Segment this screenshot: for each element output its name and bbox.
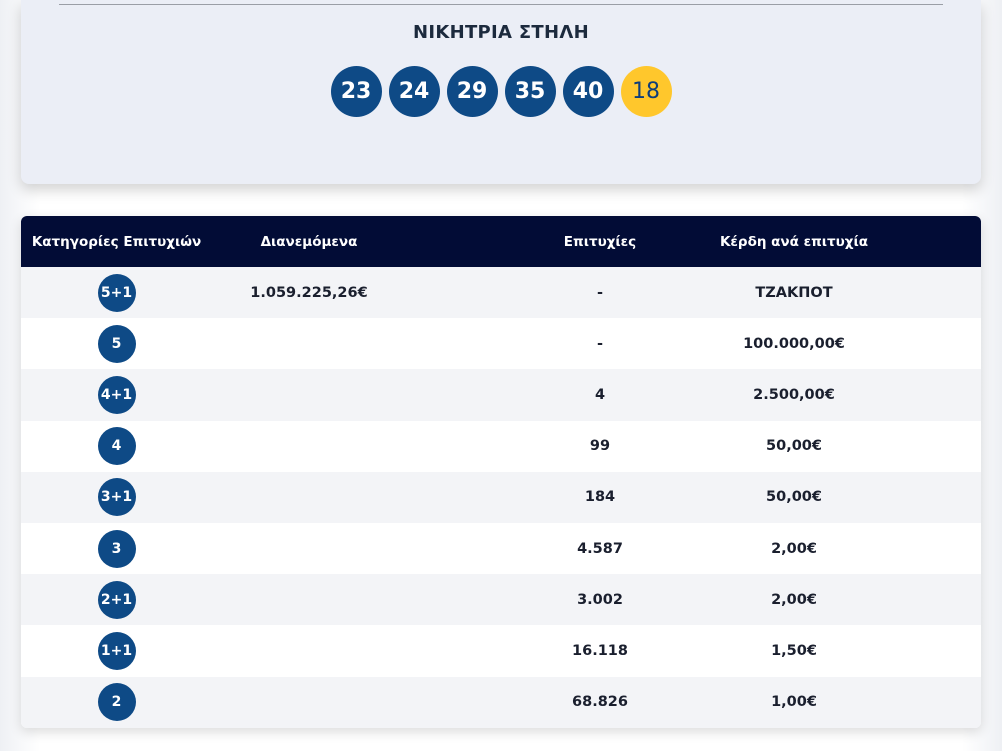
cell-prize: 1,50€ (771, 642, 817, 659)
cell-winners: 16.118 (572, 642, 628, 659)
category-badge: 5+1 (97, 273, 136, 312)
winning-balls: 23 24 29 35 40 18 (21, 66, 981, 117)
cell-category: 3+1 (21, 478, 212, 517)
category-badge: 3+1 (97, 478, 136, 517)
category-badge: 5 (97, 324, 136, 363)
cell-winners: 184 (584, 489, 616, 506)
cell-prize: 100.000,00€ (743, 335, 845, 352)
table-row: 2 68.826 1,00€ (21, 676, 981, 728)
header-distributed: Διανεμόμενα (260, 233, 358, 250)
joker-ball: 18 (620, 66, 672, 117)
cell-category: 4+1 (21, 375, 212, 414)
number-ball: 35 (504, 66, 556, 117)
cell-category: 1+1 (21, 631, 212, 670)
table-row: 3 4.587 2,00€ (21, 522, 981, 575)
table-row: 4 99 50,00€ (21, 420, 981, 472)
divider (59, 4, 943, 5)
cell-winners: 4 (594, 386, 606, 403)
cell-winners: 99 (589, 438, 611, 455)
number-ball: 29 (446, 66, 498, 117)
number-ball: 40 (562, 66, 614, 117)
table-body: 5+1 1.059.225,26€ - ΤΖΑΚΠΟΤ 5 - 100.000,00€ 4+1… (21, 267, 981, 728)
cell-prize: 2,00€ (771, 540, 817, 557)
cell-winners: 3.002 (577, 591, 623, 608)
cell-category: 4 (21, 427, 212, 466)
cell-prize: 1,00€ (771, 694, 817, 711)
category-badge: 4 (97, 427, 136, 466)
cell-winners: - (596, 284, 604, 301)
table-row: 4+1 4 2.500,00€ (21, 369, 981, 421)
table-row: 5 - 100.000,00€ (21, 318, 981, 370)
number-ball: 23 (330, 66, 382, 117)
cell-category: 2+1 (21, 580, 212, 619)
cell-category: 5+1 (21, 273, 212, 312)
cell-winners: 68.826 (572, 694, 628, 711)
winning-title: ΝΙΚΗΤΡΙΑ ΣΤΗΛΗ (413, 22, 589, 43)
cell-prize: 2.500,00€ (753, 386, 835, 403)
table-row: 2+1 3.002 2,00€ (21, 574, 981, 626)
cell-prize: 2,00€ (771, 591, 817, 608)
table-row: 3+1 184 50,00€ (21, 471, 981, 523)
header-category: Κατηγορίες Επιτυχιών (31, 233, 202, 250)
prize-table: Κατηγορίες Επιτυχιών Διανεμόμενα Επιτυχί… (21, 216, 981, 728)
cell-category: 2 (21, 683, 212, 722)
header-winners: Επιτυχίες (563, 233, 637, 250)
winning-numbers-card: ΝΙΚΗΤΡΙΑ ΣΤΗΛΗ 23 24 29 35 40 18 (21, 0, 981, 184)
page: ΝΙΚΗΤΡΙΑ ΣΤΗΛΗ 23 24 29 35 40 18 Κατηγορ… (0, 0, 1002, 751)
cell-prize: ΤΖΑΚΠΟΤ (755, 284, 833, 301)
number-ball: 24 (388, 66, 440, 117)
cell-winners: 4.587 (577, 540, 623, 557)
header-prize: Κέρδη ανά επιτυχία (719, 233, 869, 250)
category-badge: 2 (97, 683, 136, 722)
table-row: 5+1 1.059.225,26€ - ΤΖΑΚΠΟΤ (21, 267, 981, 319)
cell-prize: 50,00€ (766, 438, 822, 455)
cell-prize: 50,00€ (766, 489, 822, 506)
cell-winners: - (596, 335, 604, 352)
cell-distributed: 1.059.225,26€ (250, 284, 368, 301)
category-badge: 3 (97, 529, 136, 568)
table-row: 1+1 16.118 1,50€ (21, 625, 981, 677)
category-badge: 2+1 (97, 580, 136, 619)
category-badge: 4+1 (97, 375, 136, 414)
cell-category: 5 (21, 324, 212, 363)
cell-category: 3 (21, 529, 212, 568)
category-badge: 1+1 (97, 631, 136, 670)
table-header: Κατηγορίες Επιτυχιών Διανεμόμενα Επιτυχί… (21, 216, 981, 267)
